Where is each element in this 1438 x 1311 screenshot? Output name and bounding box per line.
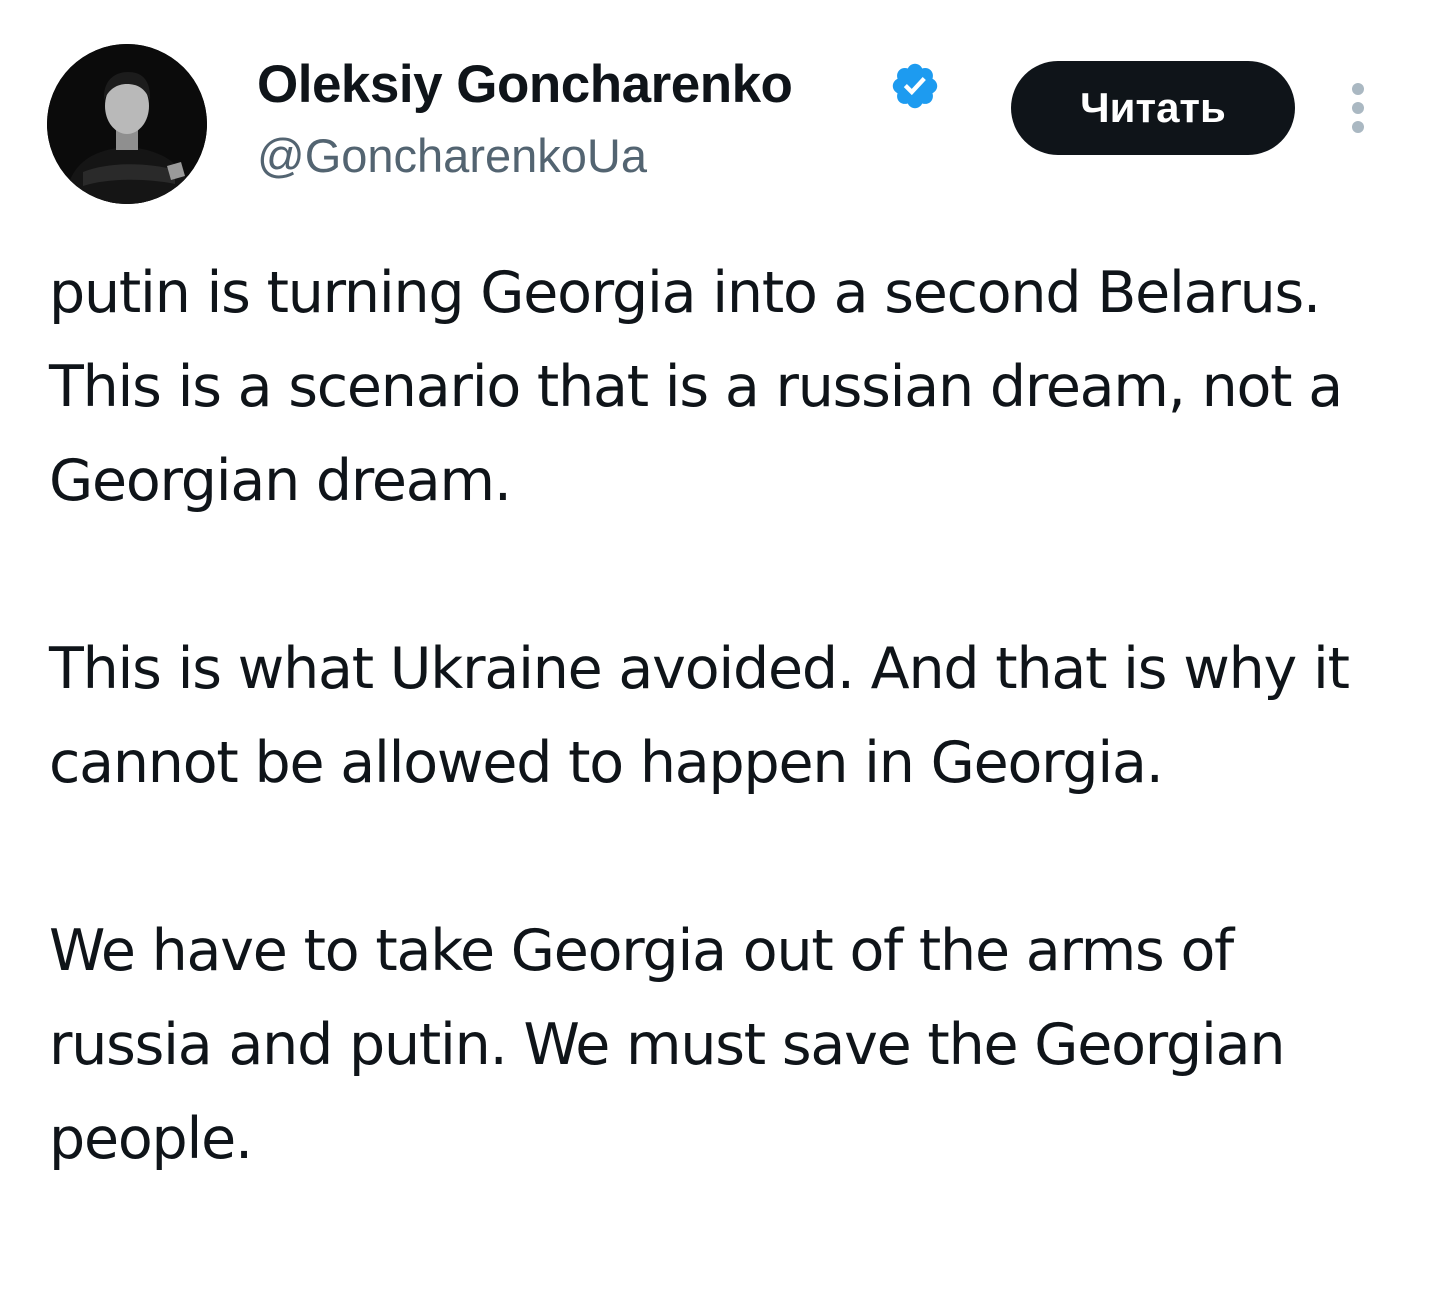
tweet-card: Oleksiy Goncharenko @GoncharenkoUa Читат… [0, 0, 1438, 1311]
avatar[interactable] [47, 44, 207, 204]
more-vertical-icon[interactable] [1340, 76, 1376, 140]
follow-button[interactable]: Читать [1011, 61, 1295, 155]
verified-badge-icon [892, 63, 938, 109]
avatar-portrait-icon [47, 44, 207, 204]
tweet-paragraph: We have to take Georgia out of the arms … [49, 918, 1286, 1172]
tweet-text: putin is turning Georgia into a second B… [49, 246, 1409, 1186]
author-display-name[interactable]: Oleksiy Goncharenko [257, 52, 793, 118]
tweet-paragraph: putin is turning Georgia into a second B… [49, 260, 1343, 514]
tweet-paragraph: This is what Ukraine avoided. And that i… [49, 636, 1350, 796]
author-handle[interactable]: @GoncharenkoUa [257, 126, 647, 186]
